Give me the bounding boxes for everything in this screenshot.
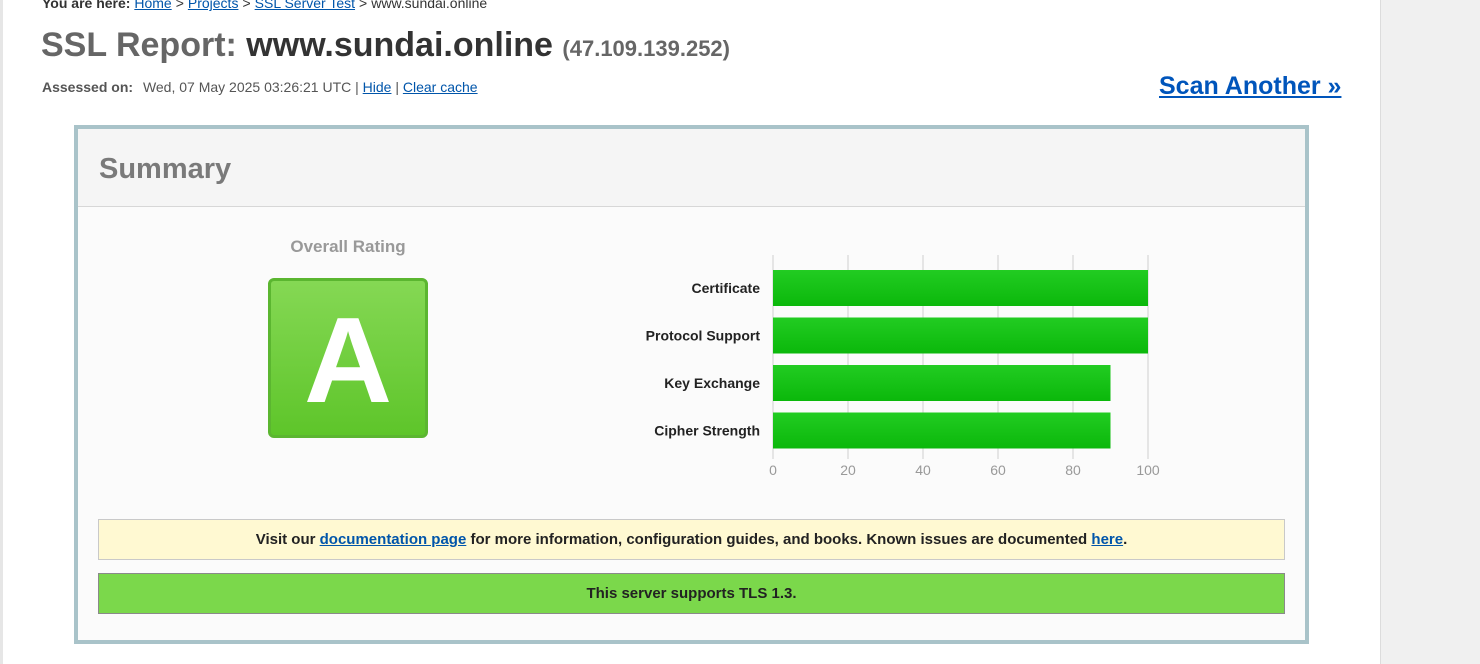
page-title: SSL Report: www.sundai.online (47.109.13… xyxy=(41,26,730,65)
x-tick-label: 100 xyxy=(1136,462,1160,478)
breadcrumb: You are here: Home > Projects > SSL Server T… xyxy=(42,0,487,11)
category-label: Cipher Strength xyxy=(654,423,760,439)
breadcrumb-current: www.sundai.online xyxy=(371,0,488,11)
right-side-panel xyxy=(1380,0,1480,664)
rating-bar xyxy=(773,270,1148,306)
known-issues-link[interactable]: here xyxy=(1091,531,1123,548)
breadcrumb-separator: > xyxy=(242,0,251,11)
tls13-notice: This server supports TLS 1.3. xyxy=(98,573,1285,614)
clear-cache-link[interactable]: Clear cache xyxy=(403,79,478,95)
breadcrumb-label: You are here: xyxy=(42,0,131,11)
title-prefix: SSL Report: xyxy=(41,26,237,64)
pipe-separator: | xyxy=(395,79,399,95)
x-tick-label: 80 xyxy=(1065,462,1081,478)
assessed-date: Wed, 07 May 2025 03:26:21 UTC xyxy=(142,79,352,95)
title-host: www.sundai.online xyxy=(246,26,553,64)
x-tick-label: 20 xyxy=(840,462,856,478)
pipe-separator: | xyxy=(355,79,359,95)
rating-bar xyxy=(773,365,1111,401)
x-tick-label: 0 xyxy=(769,462,777,478)
breadcrumb-projects-link[interactable]: Projects xyxy=(188,0,239,11)
x-tick-label: 60 xyxy=(990,462,1006,478)
doc-text-middle: for more information, configuration guid… xyxy=(466,531,1092,548)
breadcrumb-separator: > xyxy=(175,0,184,11)
hide-link[interactable]: Hide xyxy=(363,79,392,95)
breadcrumb-ssl-test-link[interactable]: SSL Server Test xyxy=(255,0,355,11)
assessed-label: Assessed on: xyxy=(42,79,134,95)
left-edge xyxy=(0,0,3,664)
documentation-notice: Visit our documentation page for more in… xyxy=(98,519,1285,560)
breadcrumb-home-link[interactable]: Home xyxy=(134,0,171,11)
documentation-page-link[interactable]: documentation page xyxy=(320,531,467,548)
category-label: Protocol Support xyxy=(646,328,761,344)
x-tick-label: 40 xyxy=(915,462,931,478)
rating-bar xyxy=(773,412,1111,449)
scan-another-link[interactable]: Scan Another » xyxy=(1159,72,1341,101)
title-ip: (47.109.139.252) xyxy=(562,36,730,61)
doc-text-end: . xyxy=(1123,531,1128,548)
rating-bar-chart: 0 20 40 60 80 100 Certificate Protocol Support K… xyxy=(646,255,1160,478)
assessed-info: Assessed on: Wed, 07 May 2025 03:26:21 U… xyxy=(42,79,478,95)
rating-bar xyxy=(773,317,1148,354)
category-label: Key Exchange xyxy=(664,375,760,391)
summary-panel: Summary Overall Rating A 0 20 40 60 80 100 Cer… xyxy=(74,125,1309,644)
breadcrumb-separator: > xyxy=(359,0,368,11)
doc-text-before: Visit our xyxy=(255,531,320,548)
category-label: Certificate xyxy=(692,280,761,296)
